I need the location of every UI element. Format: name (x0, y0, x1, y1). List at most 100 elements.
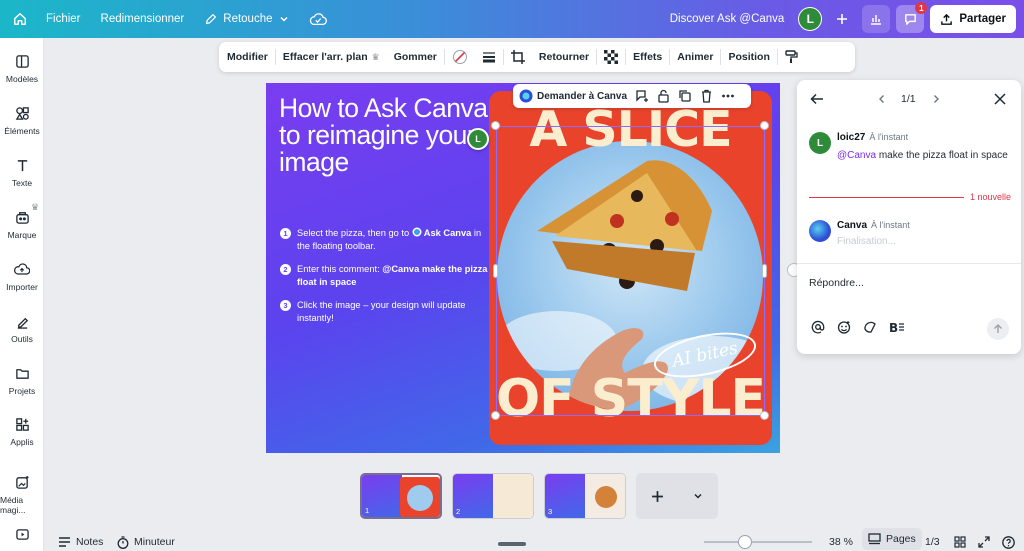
comment-avatar: L (809, 132, 831, 154)
design-page[interactable]: How to Ask Canva to reimagine your image… (266, 83, 780, 453)
zoom-slider[interactable] (704, 535, 812, 549)
comment-pin[interactable]: L (467, 128, 489, 150)
home-button[interactable] (0, 0, 36, 38)
page-thumbnail[interactable]: 3 (544, 473, 626, 519)
pizza-artwork[interactable]: A SLICE OF STYLE AI bites (489, 91, 772, 445)
sidebar-item-elements[interactable]: Éléments (0, 106, 44, 136)
instruction-steps[interactable]: 1 Select the pizza, then go to Ask Canva… (280, 227, 490, 335)
ask-canva-button[interactable]: Demander à Canva (519, 89, 627, 103)
user-avatar[interactable]: L (798, 7, 823, 31)
sidebar-item-projects[interactable]: Projets (0, 366, 44, 396)
page-thumbnail[interactable]: 2 (452, 473, 534, 519)
sidebar-item-upload[interactable]: Importer (0, 262, 44, 292)
zoom-level[interactable]: 38 % (829, 536, 853, 548)
border-style-button[interactable] (475, 42, 503, 72)
art-title-bottom: OF STYLE (495, 369, 766, 429)
sidebar-item-templates[interactable]: Modèles (0, 54, 44, 84)
reply-input[interactable]: Répondre... (809, 277, 864, 289)
trash-icon[interactable] (700, 89, 713, 103)
menu-retouch-label: Retouche (223, 13, 273, 25)
help-icon[interactable] (1002, 535, 1015, 549)
position-button[interactable]: Position (721, 42, 776, 72)
discover-label: Discover Ask @Canva (669, 13, 785, 25)
sidebar-item-apps[interactable]: Applis (0, 417, 44, 447)
magic-media-icon (15, 475, 29, 489)
scroll-handle[interactable] (498, 542, 526, 546)
transparency-button[interactable] (597, 42, 625, 72)
mention-icon[interactable] (811, 320, 825, 334)
unlock-icon[interactable] (657, 89, 670, 103)
border-color-button[interactable] (445, 42, 475, 72)
zoom-slider-thumb[interactable] (738, 535, 752, 549)
pages-button[interactable]: Pages (862, 528, 922, 550)
duplicate-icon[interactable] (678, 89, 692, 103)
transparency-icon (604, 50, 619, 64)
flip-button[interactable]: Retourner (532, 42, 596, 72)
timer-button[interactable]: Minuteur (117, 535, 175, 549)
menu-file[interactable]: Fichier (36, 0, 91, 38)
comment-author: Canva (837, 220, 868, 231)
edit-image-button[interactable]: Modifier (219, 42, 275, 72)
bold-list-icon[interactable]: B (889, 320, 905, 334)
share-button[interactable]: Partager (930, 5, 1016, 33)
step-item: 3 Click the image – your design will upd… (280, 299, 490, 325)
add-collaborator-button[interactable] (828, 5, 856, 33)
context-toolbar: Modifier Effacer l'arr. plan ♛ Gommer Re… (219, 42, 855, 72)
back-arrow-icon[interactable] (810, 92, 824, 106)
menu-resize[interactable]: Redimensionner (91, 0, 195, 38)
bg-remover-button[interactable]: Effacer l'arr. plan ♛ (276, 42, 387, 72)
sidebar-item-label: Texte (11, 178, 33, 188)
resize-handle-tr[interactable] (760, 121, 769, 130)
copy-style-button[interactable] (778, 42, 805, 72)
comment-author: loic27 (837, 132, 866, 143)
discover-link[interactable]: Discover Ask @Canva (662, 0, 793, 38)
step-text-plain: Select the pizza, then go to (297, 228, 412, 238)
sticker-icon[interactable] (863, 320, 877, 334)
resize-handle-right[interactable] (762, 264, 767, 278)
crown-icon: ♛ (371, 51, 380, 62)
sidebar-item-magic-media[interactable]: Média magi... (0, 475, 44, 515)
resize-handle-bl[interactable] (491, 411, 500, 420)
share-label: Partager (959, 13, 1006, 25)
send-button[interactable] (987, 318, 1009, 340)
add-comment-icon[interactable] (635, 89, 649, 103)
sidebar-item-video[interactable] (0, 528, 44, 541)
insights-button[interactable] (862, 5, 891, 33)
comment-pager: 1/1 (901, 93, 916, 105)
paint-roller-icon (785, 50, 798, 63)
eraser-button[interactable]: Gommer (387, 42, 444, 72)
menu-retouch[interactable]: Retouche (194, 0, 298, 38)
sidebar-item-tools[interactable]: Outils (0, 314, 44, 344)
design-headline[interactable]: How to Ask Canva to reimagine your image (279, 95, 494, 176)
comment-mention[interactable]: @Canva (837, 150, 876, 161)
sidebar-item-brand[interactable]: Marque ♛ (0, 202, 44, 240)
page-thumbnail[interactable]: 1 (360, 473, 442, 519)
fullscreen-icon[interactable] (978, 536, 990, 548)
grid-view-icon[interactable] (954, 536, 966, 548)
chevron-right-icon[interactable] (931, 94, 941, 104)
animate-button[interactable]: Animer (670, 42, 720, 72)
resize-handle-br[interactable] (760, 411, 769, 420)
resize-handle-left[interactable] (493, 264, 498, 278)
add-page-button[interactable] (636, 473, 718, 519)
sidebar-item-label: Applis (10, 437, 34, 447)
elements-icon (15, 107, 29, 120)
sidebar-item-text[interactable]: Texte (0, 158, 44, 188)
comments-button[interactable]: 1 (896, 2, 928, 33)
sidebar-item-label: Importer (6, 282, 38, 292)
comment-text-plain: make the pizza float in space (876, 150, 1008, 161)
page-number: 3 (548, 507, 553, 516)
resize-handle-tl[interactable] (491, 121, 500, 130)
more-options-icon[interactable] (721, 89, 735, 103)
chevron-left-icon[interactable] (877, 94, 887, 104)
cloud-save-button[interactable] (299, 0, 337, 38)
emoji-icon[interactable] (837, 320, 851, 334)
tools-icon (17, 317, 28, 329)
effects-button[interactable]: Effets (626, 42, 669, 72)
bar-chart-icon (871, 15, 882, 25)
close-icon[interactable] (994, 93, 1006, 105)
step-text: Click the image – your design will updat… (297, 300, 466, 323)
crop-button[interactable] (504, 42, 532, 72)
notes-button[interactable]: Notes (58, 536, 103, 548)
menu-file-label: Fichier (46, 13, 81, 25)
